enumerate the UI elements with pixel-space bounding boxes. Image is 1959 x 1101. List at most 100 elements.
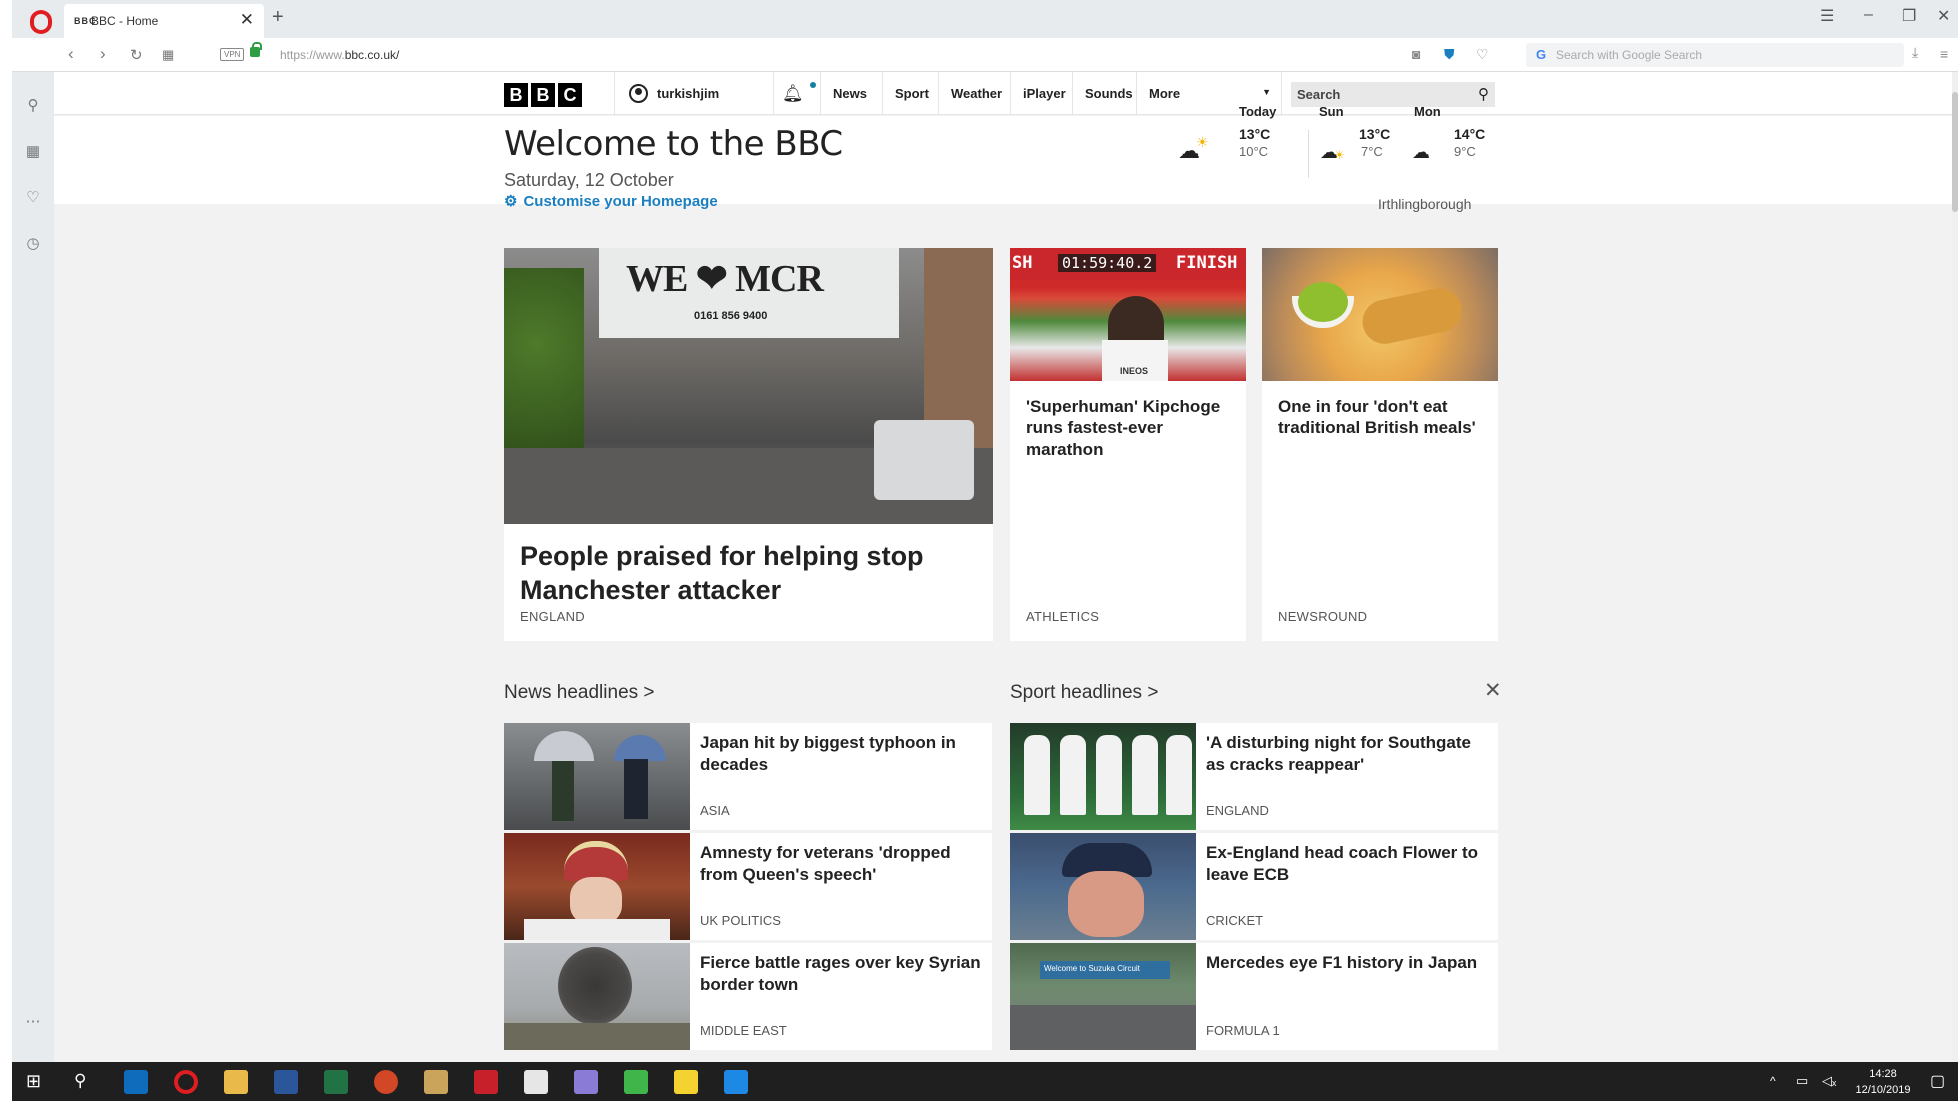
bbc-logo[interactable]: B B C xyxy=(504,83,582,107)
snapshot-icon[interactable]: ◙ xyxy=(1412,46,1420,62)
weather-day-label: Mon xyxy=(1414,104,1441,119)
headline-title[interactable]: 'A disturbing night for Southgate as cra… xyxy=(1206,732,1492,776)
close-icon[interactable]: ✕ xyxy=(1484,678,1502,703)
scrollbar-thumb[interactable] xyxy=(1952,92,1958,212)
headline-tag[interactable]: MIDDLE EAST xyxy=(700,1023,787,1038)
headline-title[interactable]: Amnesty for veterans 'dropped from Queen… xyxy=(700,842,986,886)
face-shape xyxy=(1068,871,1144,937)
umbrella-shape xyxy=(534,731,594,761)
restore-icon[interactable]: ❐ xyxy=(1902,6,1916,26)
windows-start-icon[interactable]: ⊞ xyxy=(26,1071,41,1092)
speed-dial-sidebar-icon[interactable]: ▦ xyxy=(22,142,44,164)
sport-headline-item[interactable]: Ex-England head coach Flower to leave EC… xyxy=(1010,833,1498,940)
tab-close-icon[interactable]: ✕ xyxy=(240,10,254,30)
bookmark-heart-icon[interactable]: ♡ xyxy=(1476,46,1489,63)
headline-tag[interactable]: UK POLITICS xyxy=(700,913,781,928)
weather-high: 13°C xyxy=(1359,126,1391,142)
new-tab-icon[interactable]: + xyxy=(272,6,284,29)
headline-title[interactable]: Mercedes eye F1 history in Japan xyxy=(1206,952,1492,974)
url-field[interactable]: https://www.bbc.co.uk/ xyxy=(280,48,399,62)
page-scrollbar[interactable] xyxy=(1952,72,1958,1062)
reload-icon[interactable]: ↻ xyxy=(130,46,143,64)
chevron-up-icon[interactable]: ^ xyxy=(1770,1074,1776,1088)
headline-tag[interactable]: ENGLAND xyxy=(1206,803,1269,818)
app-icon[interactable] xyxy=(474,1070,498,1094)
app-icon[interactable] xyxy=(524,1070,548,1094)
opera-icon[interactable] xyxy=(174,1070,198,1094)
headline-tag[interactable]: ASIA xyxy=(700,803,730,818)
ad-blocker-icon[interactable]: ⛊ xyxy=(1444,46,1455,63)
browser-tab[interactable]: BBC BBC - Home ✕ xyxy=(64,4,264,38)
download-icon[interactable]: ⤓ xyxy=(1912,44,1918,61)
promo-title[interactable]: One in four 'don't eat traditional Briti… xyxy=(1278,396,1488,439)
headline-tag[interactable]: FORMULA 1 xyxy=(1206,1023,1280,1038)
easy-setup-icon[interactable]: ≡ xyxy=(1940,46,1948,62)
close-window-icon[interactable]: ✕ xyxy=(1937,6,1950,26)
word-icon[interactable] xyxy=(274,1070,298,1094)
calculator-grid-icon[interactable] xyxy=(624,1070,648,1094)
search-icon[interactable]: ⚲ xyxy=(1478,85,1489,103)
person-shape xyxy=(552,761,574,821)
bookmarks-heart-icon[interactable]: ♡ xyxy=(22,188,44,210)
headline-title[interactable]: Ex-England head coach Flower to leave EC… xyxy=(1206,842,1492,886)
promo-card-lead[interactable]: WE ❤ MCR 0161 856 9400 People praised fo… xyxy=(504,248,993,641)
account-link[interactable]: turkishjim xyxy=(614,72,774,115)
sky-icon[interactable] xyxy=(724,1070,748,1094)
headline-tag[interactable]: CRICKET xyxy=(1206,913,1263,928)
promo-tag[interactable]: NEWSROUND xyxy=(1278,609,1367,624)
search-icon[interactable]: ⚲ xyxy=(22,96,44,118)
promo-card[interactable]: One in four 'don't eat traditional Briti… xyxy=(1262,248,1498,641)
promo-tag[interactable]: ATHLETICS xyxy=(1026,609,1099,624)
network-icon[interactable]: ▭ xyxy=(1796,1073,1808,1089)
nav-news[interactable]: News xyxy=(820,72,879,115)
news-headlines-heading[interactable]: News headlines > xyxy=(504,682,655,704)
back-icon[interactable]: ‹ xyxy=(68,44,74,64)
history-clock-icon[interactable]: ◷ xyxy=(22,234,44,256)
promo-image: SH 01:59:40.2 FINISH INEOS xyxy=(1010,248,1246,381)
news-headline-item[interactable]: Fierce battle rages over key Syrian bord… xyxy=(504,943,992,1050)
opera-menu-icon[interactable] xyxy=(30,10,52,34)
nav-weather[interactable]: Weather xyxy=(938,72,1014,115)
nav-more-label: More xyxy=(1149,86,1181,101)
headline-title[interactable]: Japan hit by biggest typhoon in decades xyxy=(700,732,986,776)
customise-link[interactable]: ⚙ Customise your Homepage xyxy=(504,192,718,210)
taskbar-date[interactable]: 12/10/2019 xyxy=(1850,1084,1916,1096)
search-icon[interactable]: ⚲ xyxy=(74,1071,86,1091)
notifications-icon[interactable]: ▢ xyxy=(1930,1071,1945,1091)
tab-menu-icon[interactable]: ☰ xyxy=(1820,6,1834,26)
track-shape xyxy=(1010,1005,1196,1050)
news-headline-item[interactable]: Japan hit by biggest typhoon in decades … xyxy=(504,723,992,830)
powerpoint-icon[interactable] xyxy=(374,1070,398,1094)
news-headlines-label: News headlines xyxy=(504,682,639,703)
speaker-muted-icon[interactable]: ◁ₓ xyxy=(1822,1073,1836,1089)
headline-title[interactable]: Fierce battle rages over key Syrian bord… xyxy=(700,952,986,996)
nav-iplayer[interactable]: iPlayer xyxy=(1010,72,1078,115)
lock-icon[interactable] xyxy=(250,42,262,57)
notifications-bell-icon[interactable]: 🔔︎ xyxy=(782,84,812,108)
nav-sounds[interactable]: Sounds xyxy=(1072,72,1145,115)
speed-dial-icon[interactable]: ▦ xyxy=(162,47,174,63)
sport-headline-item[interactable]: Welcome to Suzuka Circuit Mercedes eye F… xyxy=(1010,943,1498,1050)
vpn-badge[interactable]: VPN xyxy=(220,48,245,61)
app-icon[interactable] xyxy=(574,1070,598,1094)
gear-icon: ⚙ xyxy=(504,193,518,210)
promo-tag[interactable]: ENGLAND xyxy=(520,609,585,624)
sport-headlines-heading[interactable]: Sport headlines > xyxy=(1010,682,1158,704)
google-search-field[interactable]: G Search with Google Search xyxy=(1526,43,1904,67)
forward-icon[interactable]: › xyxy=(100,44,106,64)
sport-headline-item[interactable]: 'A disturbing night for Southgate as cra… xyxy=(1010,723,1498,830)
more-options-icon[interactable]: ⋯ xyxy=(22,1012,44,1034)
minimize-icon[interactable]: – xyxy=(1864,6,1873,24)
race-clock-text: 01:59:40.2 xyxy=(1058,254,1157,272)
promo-title[interactable]: 'Superhuman' Kipchoge runs fastest-ever … xyxy=(1026,396,1236,460)
excel-icon[interactable] xyxy=(324,1070,348,1094)
promo-card[interactable]: SH 01:59:40.2 FINISH INEOS 'Superhuman' … xyxy=(1010,248,1246,641)
file-explorer-icon[interactable] xyxy=(224,1070,248,1094)
nav-sport[interactable]: Sport xyxy=(882,72,941,115)
app-icon[interactable] xyxy=(424,1070,448,1094)
taskbar-time[interactable]: 14:28 xyxy=(1854,1068,1912,1080)
app-icon[interactable] xyxy=(674,1070,698,1094)
outlook-icon[interactable] xyxy=(124,1070,148,1094)
news-headline-item[interactable]: Amnesty for veterans 'dropped from Queen… xyxy=(504,833,992,940)
promo-title[interactable]: People praised for helping stop Manchest… xyxy=(520,540,970,608)
